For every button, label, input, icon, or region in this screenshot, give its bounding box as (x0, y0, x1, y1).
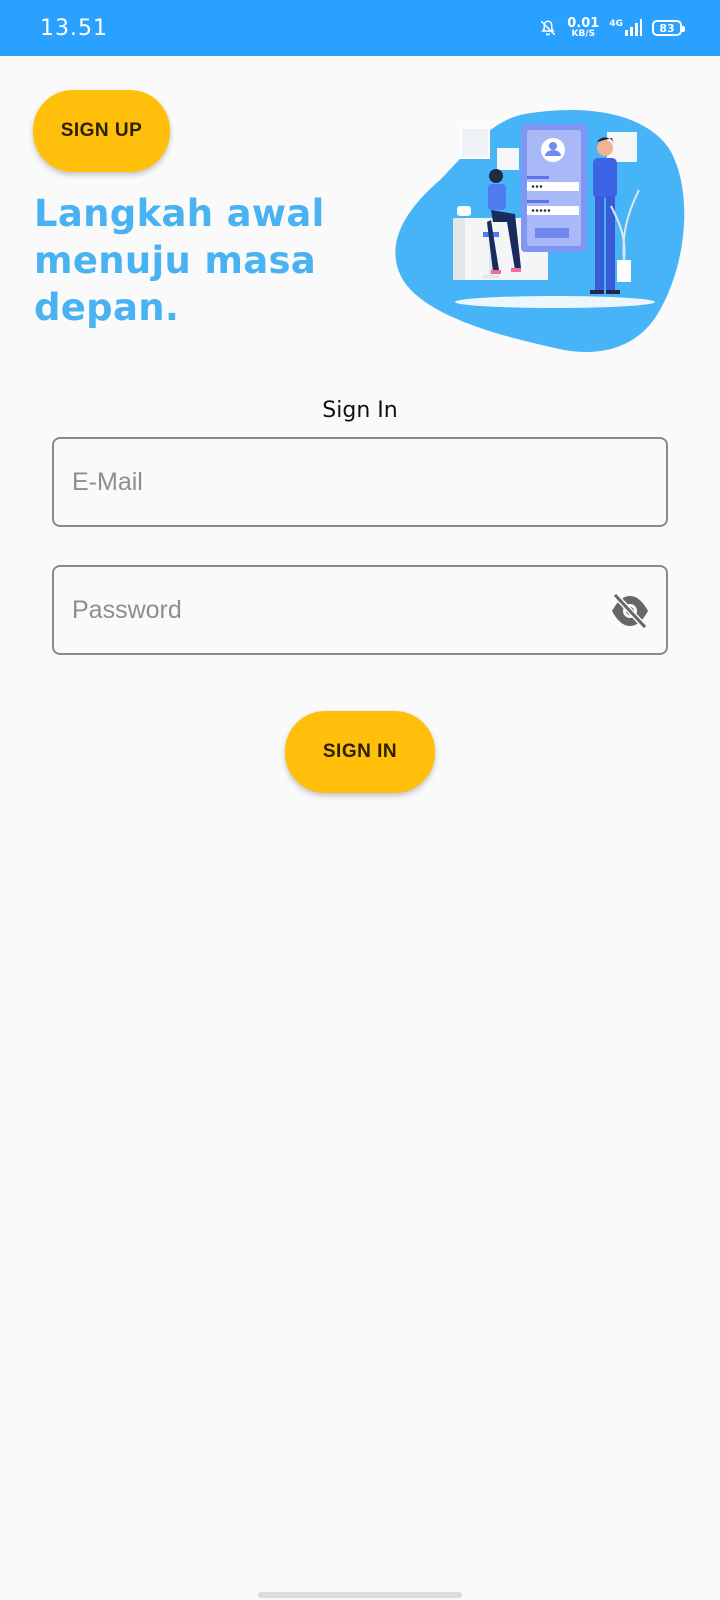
password-field[interactable] (52, 565, 668, 655)
battery-icon: 83 (652, 20, 685, 36)
bell-muted-icon (539, 19, 557, 37)
status-time: 13.51 (40, 16, 108, 41)
sign-up-button[interactable]: SIGN UP (33, 90, 170, 172)
status-bar: 13.51 0.01 KB/S 4G 83 (0, 0, 720, 56)
network-type: 4G (609, 19, 623, 29)
sign-in-button[interactable]: SIGN IN (285, 711, 435, 793)
status-icons: 0.01 KB/S 4G 83 (539, 16, 685, 40)
net-speed-unit: KB/S (571, 29, 596, 39)
battery-level: 83 (659, 21, 675, 35)
hero-tagline: Langkah awal menuju masa depan. (34, 192, 325, 329)
eye-off-icon[interactable] (610, 592, 650, 630)
signal-icon: 4G (609, 19, 642, 37)
email-input[interactable] (72, 439, 602, 525)
net-speed: 0.01 KB/S (567, 17, 599, 39)
password-input[interactable] (72, 567, 602, 653)
email-field[interactable] (52, 437, 668, 527)
login-illustration (395, 110, 690, 360)
sign-in-heading: Sign In (322, 398, 398, 423)
home-indicator[interactable] (258, 1592, 462, 1598)
